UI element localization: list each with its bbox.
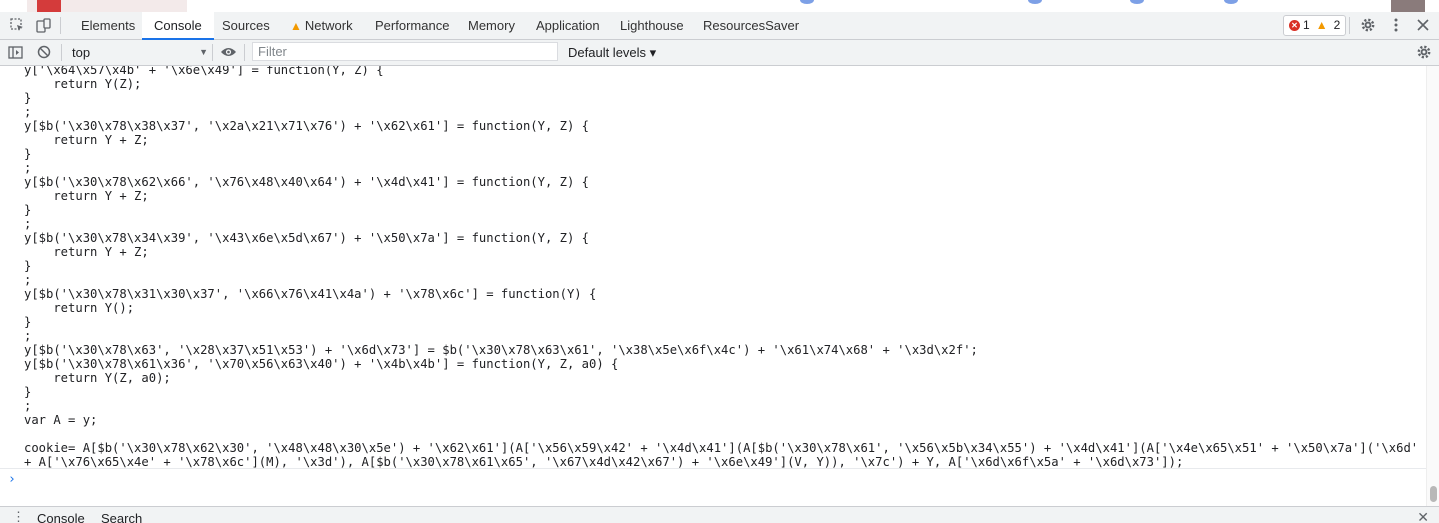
console-code-line: y['\x64\x57\x4b' + '\x6e\x49'] = functio…: [24, 66, 384, 77]
tab-resourcessaver[interactable]: ResourcesSaver: [691, 12, 811, 39]
page-dot: [1224, 0, 1238, 4]
console-code-block: y['\x64\x57\x4b' + '\x6e\x49'] = functio…: [24, 66, 1418, 469]
drawer-menu-icon[interactable]: ⋮: [12, 509, 25, 523]
page-dot: [1028, 0, 1042, 4]
tab-elements[interactable]: Elements: [69, 12, 147, 39]
console-settings-gear-icon[interactable]: [1415, 43, 1433, 61]
device-toolbar-icon[interactable]: [34, 16, 52, 34]
console-code-line: }: [24, 91, 32, 105]
toolbar-divider: [244, 44, 245, 61]
tab-application[interactable]: Application: [524, 12, 612, 39]
close-drawer-icon[interactable]: ✕: [1417, 509, 1429, 523]
console-output: y['\x64\x57\x4b' + '\x6e\x49'] = functio…: [0, 66, 1426, 471]
console-code-line: y[$b('\x30\x78\x62\x66', '\x76\x48\x40\x…: [24, 175, 589, 189]
console-code-line: return Y + Z;: [24, 189, 149, 203]
console-code-line: var A = y;: [24, 413, 98, 427]
console-code-line: y[$b('\x30\x78\x61\x36', '\x70\x56\x63\x…: [24, 357, 619, 371]
scrollbar-thumb[interactable]: [1430, 486, 1437, 502]
tab-performance[interactable]: Performance: [363, 12, 461, 39]
console-code-line: }: [24, 385, 32, 399]
tab-console[interactable]: Console: [142, 12, 214, 40]
toolbar-divider: [1349, 17, 1350, 34]
console-code-line: y[$b('\x30\x78\x34\x39', '\x43\x6e\x5d\x…: [24, 231, 589, 245]
live-expression-eye-icon[interactable]: [219, 43, 237, 61]
more-options-icon[interactable]: [1387, 16, 1405, 34]
clear-console-icon[interactable]: [35, 43, 53, 61]
warning-icon: ▲: [1315, 18, 1328, 32]
console-code-line: ;: [24, 329, 32, 343]
console-code-line: return Y();: [24, 301, 135, 315]
console-toolbar: top ▼ Default levels ▾: [0, 40, 1439, 66]
console-code-line: y[$b('\x30\x78\x63', '\x28\x37\x51\x53')…: [24, 343, 978, 357]
console-code-line: return Y + Z;: [24, 245, 149, 259]
error-icon: ✕: [1289, 20, 1300, 31]
tab-network[interactable]: ▲ Network: [278, 12, 365, 39]
console-divider: [0, 468, 1426, 469]
page-dot: [1130, 0, 1144, 4]
drawer-tab-search[interactable]: Search: [101, 511, 142, 523]
page-dot: [800, 0, 814, 4]
log-levels-dropdown[interactable]: Default levels ▾: [568, 40, 656, 65]
console-code-line: cookie= A[$b('\x30\x78\x62\x30', '\x48\x…: [24, 441, 1419, 455]
console-prompt[interactable]: ›: [8, 472, 16, 487]
context-selector[interactable]: top ▼: [66, 43, 212, 62]
console-code-line: ;: [24, 217, 32, 231]
console-code-line: ;: [24, 399, 32, 413]
console-code-line: return Y + Z;: [24, 133, 149, 147]
drawer-tabbar: ⋮ Console Search ✕: [0, 506, 1439, 523]
issues-counter[interactable]: ✕ 1 ▲ 2: [1283, 15, 1347, 36]
toolbar-divider: [60, 17, 61, 34]
console-code-line: }: [24, 315, 32, 329]
page-background-strip: [0, 0, 1439, 12]
inspect-element-icon[interactable]: [8, 16, 26, 34]
console-code-line: }: [24, 203, 32, 217]
settings-gear-icon[interactable]: [1359, 16, 1377, 34]
devtools-tabbar: Elements Console Sources ▲ Network Perfor…: [0, 12, 1439, 40]
console-code-line: return Y(Z);: [24, 77, 142, 91]
toolbar-divider: [61, 44, 62, 61]
filter-input[interactable]: [252, 42, 558, 61]
console-code-line: return Y(Z, a0);: [24, 371, 171, 385]
warning-icon: ▲: [290, 19, 302, 33]
console-scrollbar[interactable]: [1426, 66, 1439, 506]
drawer-tab-console[interactable]: Console: [37, 511, 85, 523]
tab-lighthouse[interactable]: Lighthouse: [608, 12, 696, 39]
dropdown-arrow-icon: ▼: [199, 47, 208, 57]
show-sidebar-icon[interactable]: [6, 43, 24, 61]
console-code-line: }: [24, 147, 32, 161]
console-code-line: ;: [24, 105, 32, 119]
console-code-line: }: [24, 259, 32, 273]
page-corner-image: [1391, 0, 1425, 12]
console-code-line: ;: [24, 273, 32, 287]
console-code-line: ;: [24, 161, 32, 175]
tab-sources[interactable]: Sources: [210, 12, 282, 39]
console-code-line: + A['\x76\x65\x4e' + '\x78\x6c'](M), '\x…: [24, 455, 1184, 469]
console-code-line: y[$b('\x30\x78\x31\x30\x37', '\x66\x76\x…: [24, 287, 597, 301]
page-thumbnail: [27, 0, 187, 12]
toolbar-divider: [212, 44, 213, 61]
console-code-line: y[$b('\x30\x78\x38\x37', '\x2a\x21\x71\x…: [24, 119, 589, 133]
tab-memory[interactable]: Memory: [456, 12, 527, 39]
close-devtools-icon[interactable]: [1414, 16, 1432, 34]
